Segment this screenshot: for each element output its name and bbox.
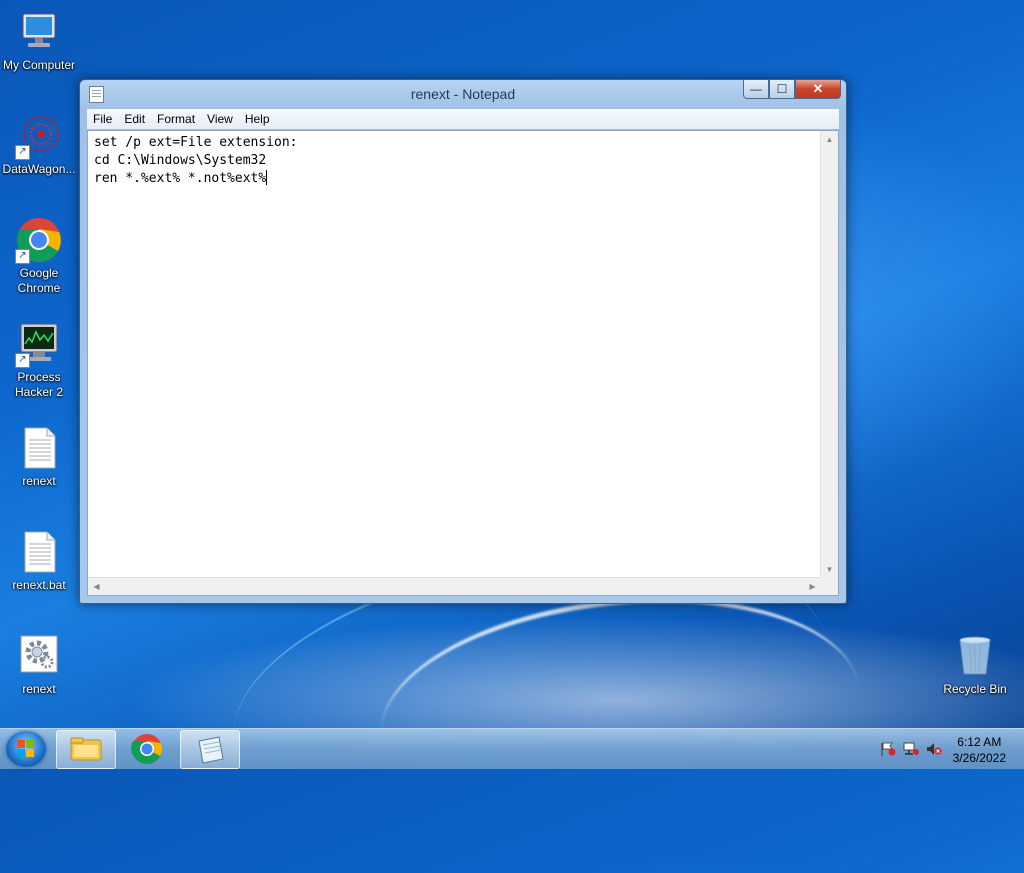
clock[interactable]: 6:12 AM 3/26/2022 <box>953 734 1006 766</box>
chrome-icon: ↗ <box>15 216 63 264</box>
desktop-icon-label: renext.bat <box>12 578 66 592</box>
desktop-icon-label: Google Chrome <box>17 266 61 295</box>
notepad-icon <box>198 736 224 764</box>
taskbar-explorer[interactable] <box>56 730 116 769</box>
desktop-icon-recycle-bin[interactable]: Recycle Bin <box>937 632 1013 697</box>
scroll-down-icon[interactable]: ▼ <box>821 561 838 578</box>
scroll-right-icon[interactable]: ▶ <box>804 578 821 595</box>
menu-file[interactable]: File <box>87 112 118 126</box>
taskbar: 6:12 AM 3/26/2022 <box>0 728 1024 769</box>
system-tray: 6:12 AM 3/26/2022 <box>864 729 1024 769</box>
process-hacker-icon: ↗ <box>15 320 63 368</box>
folder-icon <box>70 737 102 761</box>
horizontal-scrollbar[interactable]: ◀ ▶ <box>88 577 821 595</box>
action-center-flag-icon[interactable] <box>880 742 896 756</box>
shortcut-arrow-icon: ↗ <box>15 249 30 264</box>
scroll-left-icon[interactable]: ◀ <box>88 578 105 595</box>
desktop-icon-google-chrome[interactable]: ↗ Google Chrome <box>1 216 77 296</box>
desktop-icon-process-hacker[interactable]: ↗ Process Hacker 2 <box>1 320 77 400</box>
text-caret <box>266 170 268 185</box>
window-controls: — ☐ ✕ <box>743 80 841 100</box>
network-icon[interactable] <box>903 742 919 756</box>
shortcut-arrow-icon: ↗ <box>15 353 30 368</box>
text-editor[interactable]: set /p ext=File extension: cd C:\Windows\… <box>87 130 839 596</box>
start-button[interactable] <box>6 731 46 767</box>
scroll-up-icon[interactable]: ▲ <box>821 131 838 148</box>
computer-icon <box>15 8 63 56</box>
notepad-window[interactable]: renext - Notepad — ☐ ✕ File Edit Format … <box>79 79 847 604</box>
desktop-icon-renext-bat[interactable]: renext.bat <box>1 528 77 593</box>
datawagon-icon: ↗ <box>15 112 63 160</box>
text-file-icon <box>15 424 63 472</box>
scrollbar-corner <box>821 578 838 595</box>
desktop-icon-label: My Computer <box>2 58 76 72</box>
vertical-scrollbar[interactable]: ▲ ▼ <box>820 131 838 578</box>
taskbar-notepad[interactable] <box>180 730 240 769</box>
chrome-icon <box>131 734 163 764</box>
window-titlebar[interactable]: renext - Notepad — ☐ ✕ <box>80 80 846 108</box>
close-button[interactable]: ✕ <box>795 80 841 99</box>
desktop-icon-datawagon[interactable]: ↗ DataWagon... <box>1 112 77 177</box>
menu-view[interactable]: View <box>201 112 239 126</box>
text-line: cd C:\Windows\System32 <box>94 153 267 168</box>
batch-file-icon <box>15 528 63 576</box>
menu-format[interactable]: Format <box>151 112 201 126</box>
desktop-icon-label: Process Hacker 2 <box>14 370 64 399</box>
desktop-icon-label: DataWagon... <box>2 162 76 176</box>
menu-edit[interactable]: Edit <box>118 112 151 126</box>
window-title: renext - Notepad <box>410 86 516 102</box>
desktop-icon-my-computer[interactable]: My Computer <box>1 8 77 73</box>
clock-date: 3/26/2022 <box>952 751 1006 765</box>
menu-help[interactable]: Help <box>239 112 276 126</box>
text-line: ren *.%ext% *.not%ext% <box>94 170 268 186</box>
desktop-icon-label: Recycle Bin <box>943 682 1007 696</box>
taskbar-chrome[interactable] <box>118 730 176 767</box>
recycle-bin-icon <box>951 632 999 680</box>
windows-logo-icon <box>17 740 35 758</box>
desktop-icon-renext-settings[interactable]: renext <box>1 632 77 697</box>
desktop-icon-label: renext <box>22 682 56 696</box>
desktop-icon-renext-txt[interactable]: renext <box>1 424 77 489</box>
menu-bar: File Edit Format View Help <box>87 109 839 129</box>
desktop-icon-label: renext <box>22 474 56 488</box>
volume-muted-icon[interactable] <box>926 742 942 756</box>
maximize-button[interactable]: ☐ <box>769 80 795 99</box>
minimize-button[interactable]: — <box>743 80 769 99</box>
text-line: set /p ext=File extension: <box>94 135 298 150</box>
gear-icon <box>15 632 63 680</box>
shortcut-arrow-icon: ↗ <box>15 145 30 160</box>
clock-time: 6:12 AM <box>957 735 1002 749</box>
text-content[interactable]: set /p ext=File extension: cd C:\Windows\… <box>94 134 816 573</box>
